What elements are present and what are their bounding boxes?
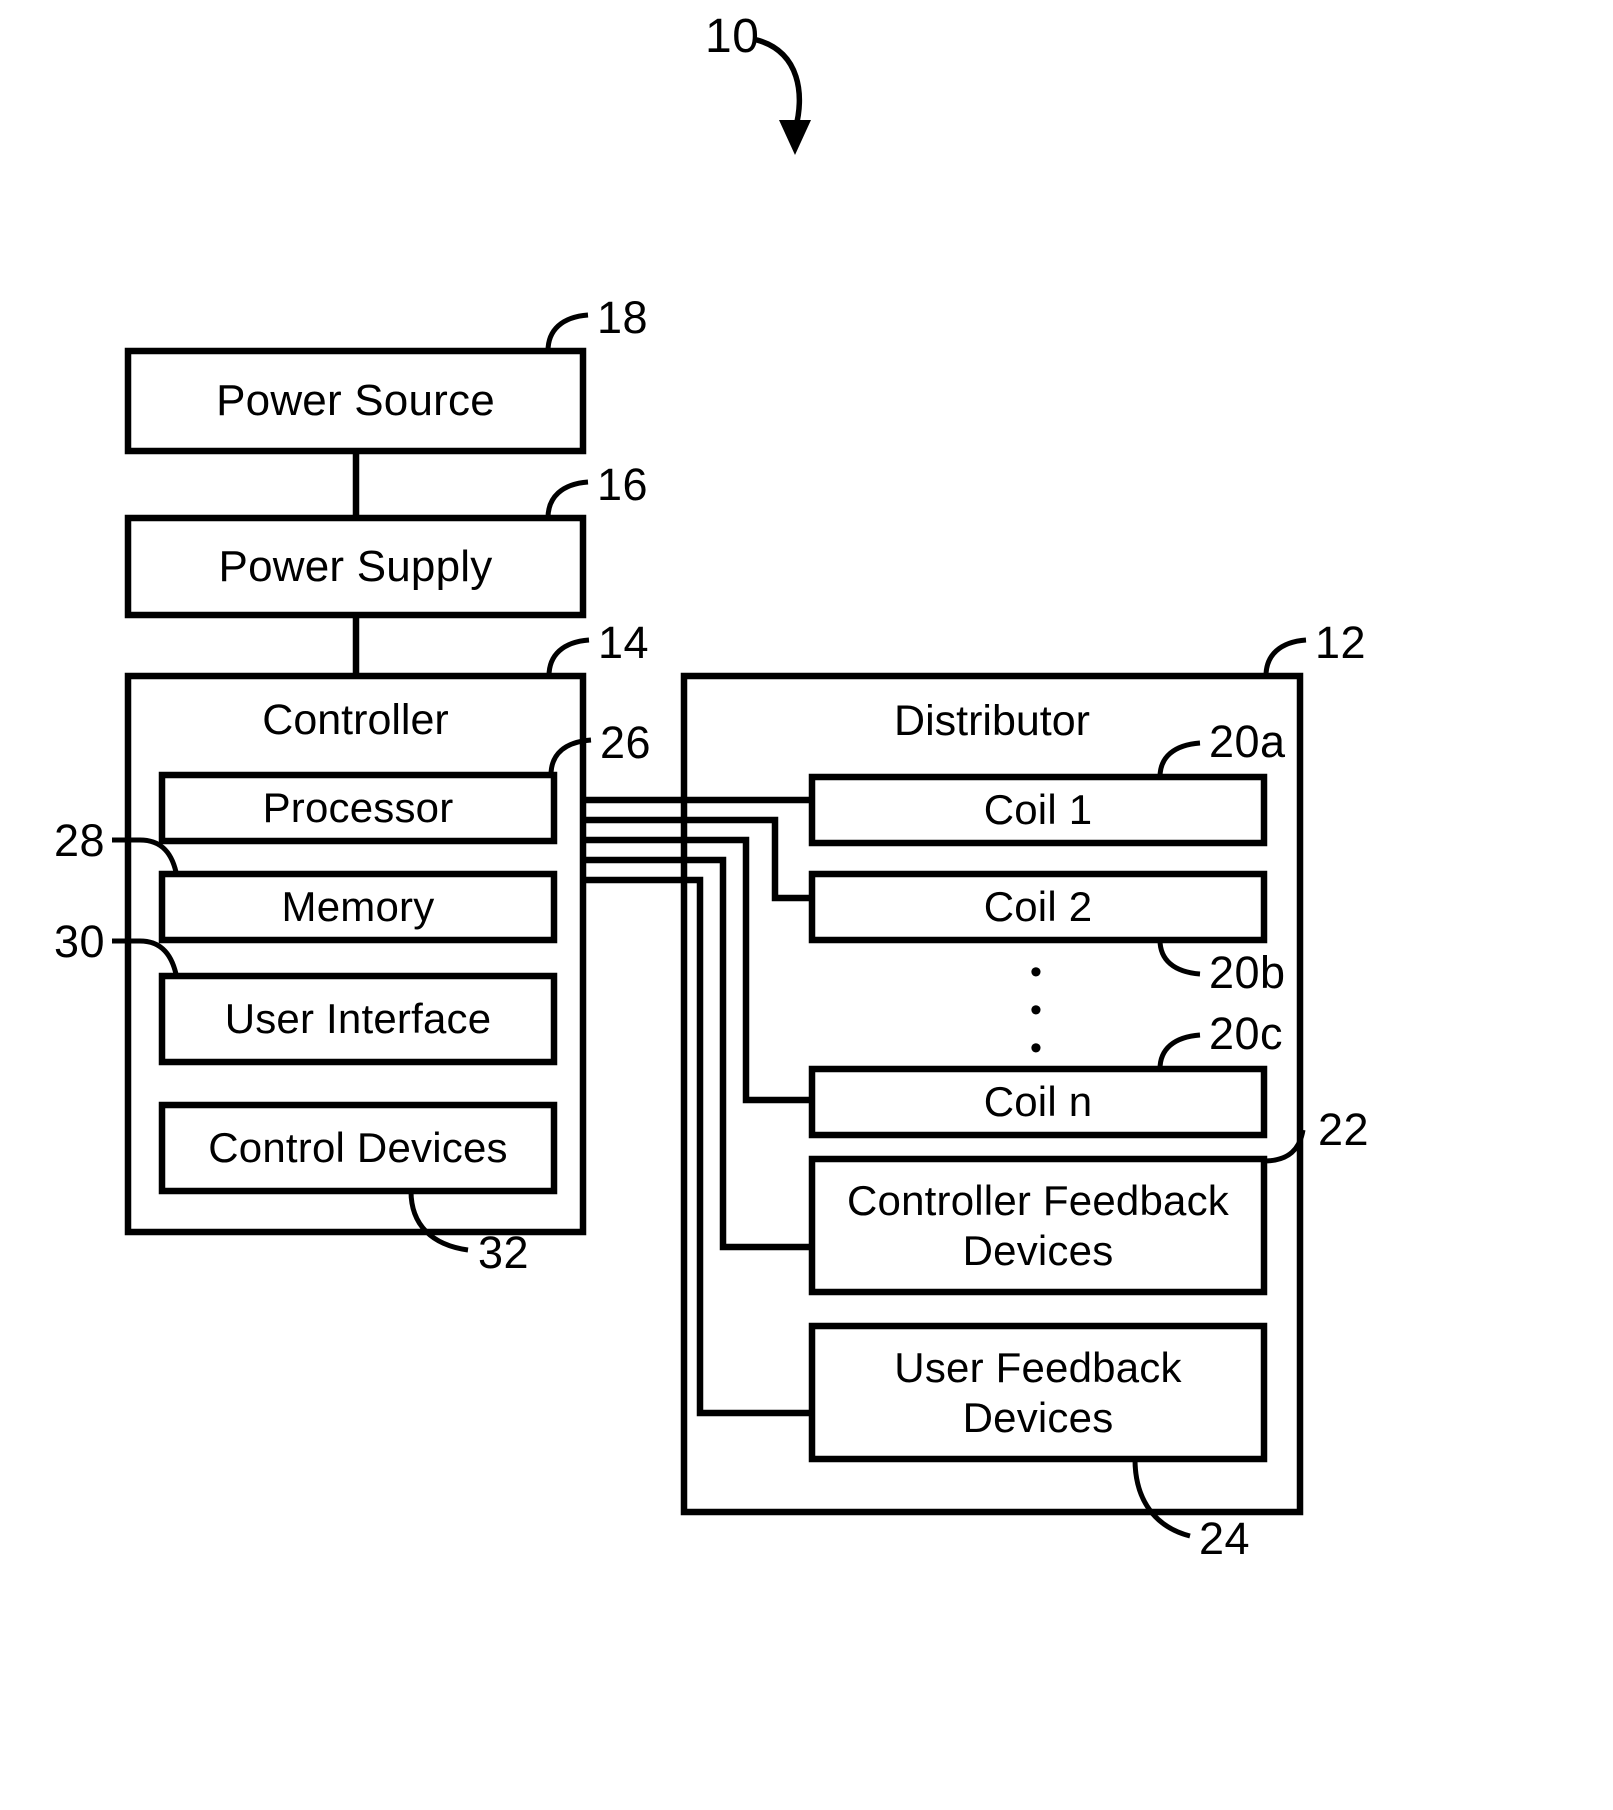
controller-feedback-box xyxy=(808,1155,1268,1296)
ref-numeral-28: 28 xyxy=(54,815,106,866)
ellipsis-dot-1: • xyxy=(1030,953,1042,991)
processor-box xyxy=(158,771,558,845)
control-devices-leader xyxy=(408,1190,469,1253)
coil-2-box xyxy=(808,870,1268,944)
power-supply-box xyxy=(124,514,587,619)
figure-lead-arrow xyxy=(754,37,811,155)
user-feedback-box xyxy=(808,1322,1268,1463)
ref-numeral-30: 30 xyxy=(54,916,106,967)
coil-ellipsis: • • • xyxy=(1018,955,1054,1065)
user-feedback-leader xyxy=(1132,1458,1191,1539)
ellipsis-dot-2: • xyxy=(1030,991,1042,1029)
ref-numeral-12: 12 xyxy=(1315,617,1367,668)
ref-numeral-20c: 20c xyxy=(1209,1008,1284,1059)
user-interface-box xyxy=(158,972,558,1066)
power-supply-leader xyxy=(545,479,589,519)
ref-numeral-26: 26 xyxy=(600,717,652,768)
ref-numeral-14: 14 xyxy=(598,617,650,668)
coil-1-box xyxy=(808,773,1268,847)
user-interface-leader xyxy=(112,938,179,975)
ref-numeral-22: 22 xyxy=(1318,1104,1370,1155)
ref-numeral-18: 18 xyxy=(597,292,649,343)
power-source-leader xyxy=(545,312,589,352)
ref-numeral-32: 32 xyxy=(478,1227,530,1278)
ref-numeral-20b: 20b xyxy=(1209,947,1286,998)
figure-number: 10 xyxy=(705,10,760,63)
controller-distributor-bus xyxy=(583,796,812,1417)
ref-numeral-24: 24 xyxy=(1199,1513,1251,1564)
coil-2-leader xyxy=(1157,939,1201,977)
distributor-title: Distributor xyxy=(894,697,1090,745)
coil-1-leader xyxy=(1157,740,1201,778)
figure-linework xyxy=(112,37,1307,1539)
ellipsis-dot-3: • xyxy=(1030,1029,1042,1067)
controller-leader xyxy=(546,637,590,677)
distributor-leader xyxy=(1263,637,1307,677)
controller-box xyxy=(124,672,587,1236)
coil-n-leader xyxy=(1157,1032,1201,1070)
control-devices-box xyxy=(158,1101,558,1195)
memory-leader xyxy=(112,837,179,873)
ref-numeral-20a: 20a xyxy=(1209,716,1286,767)
controller-title: Controller xyxy=(262,696,449,744)
memory-box xyxy=(158,870,558,944)
patent-figure: 10 Power Source Power Supply Controller … xyxy=(0,0,1613,1810)
coil-n-box xyxy=(808,1065,1268,1139)
ref-numeral-16: 16 xyxy=(597,459,649,510)
power-source-box xyxy=(124,347,587,455)
